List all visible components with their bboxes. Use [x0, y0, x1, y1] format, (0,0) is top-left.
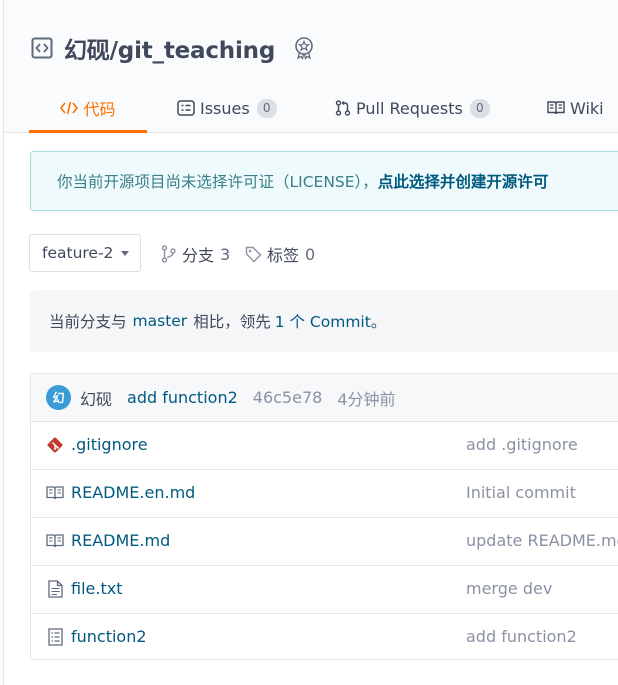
file-commit-message[interactable]: Initial commit: [466, 483, 576, 502]
compare-middle: 相比，领先: [193, 313, 271, 331]
compare-base-branch-link[interactable]: master: [133, 312, 188, 330]
table-row: function2 add function2: [31, 614, 618, 662]
tags-link[interactable]: 标签 0: [245, 242, 315, 266]
pull-requests-count-badge: 0: [469, 98, 490, 118]
file-list-icon: [45, 627, 65, 647]
branches-label: 分支: [182, 246, 215, 265]
file-name-link[interactable]: function2: [71, 627, 147, 646]
ahead-commits-link[interactable]: 1 个 Commit: [275, 310, 371, 332]
file-name-link[interactable]: README.en.md: [71, 483, 195, 502]
table-row: .gitignore add .gitignore: [31, 422, 618, 470]
compare-suffix: 。: [370, 313, 387, 331]
repo-name-link[interactable]: 幻砚/git_teaching: [64, 31, 275, 65]
tab-wiki[interactable]: Wiki: [547, 84, 604, 132]
tag-icon: [245, 246, 262, 263]
commit-time: 4分钟前: [337, 389, 396, 409]
commit-message-link[interactable]: add function2: [127, 388, 238, 407]
current-branch-label: feature-2: [42, 244, 114, 262]
tab-pull-requests[interactable]: Pull Requests 0: [335, 84, 490, 132]
branches-count: 3: [220, 244, 231, 264]
repo-header: 幻砚/git_teaching 代码 Issues 0 Pull Request…: [4, 0, 618, 133]
file-commit-message[interactable]: merge dev: [466, 579, 552, 598]
code-icon: [60, 100, 79, 116]
file-commit-message[interactable]: add function2: [466, 627, 577, 646]
caret-down-icon: [121, 250, 130, 256]
license-notice-text: 你当前开源项目尚未选择许可证（LICENSE），: [57, 173, 378, 191]
table-row: README.en.md Initial commit: [31, 470, 618, 518]
tab-issues[interactable]: Issues 0: [177, 84, 277, 132]
license-notice: 你当前开源项目尚未选择许可证（LICENSE）， 点此选择并创建开源许可: [30, 151, 618, 211]
book-icon: [45, 531, 65, 551]
book-icon: [45, 483, 65, 503]
file-name-link[interactable]: .gitignore: [71, 435, 148, 454]
repo-tabs: 代码 Issues 0 Pull Requests 0 Wiki: [4, 84, 618, 133]
issues-count-badge: 0: [256, 98, 277, 118]
file-commit-message[interactable]: update README.md: [466, 531, 618, 550]
repo-title: 幻砚/git_teaching: [30, 32, 317, 64]
create-license-link[interactable]: 点此选择并创建开源许可: [378, 170, 549, 192]
recommend-badge-icon[interactable]: [291, 35, 317, 61]
pull-request-icon: [335, 100, 351, 116]
branch-selector[interactable]: feature-2: [29, 234, 141, 272]
branches-link[interactable]: 分支 3: [161, 242, 230, 266]
table-row: file.txt merge dev: [31, 566, 618, 614]
commit-sha[interactable]: 46c5e78: [253, 388, 323, 407]
tab-code[interactable]: 代码: [29, 84, 147, 133]
code-repo-icon: [30, 36, 54, 60]
file-name-link[interactable]: README.md: [71, 531, 170, 550]
last-commit-row: 幻 幻砚 add function2 46c5e78 4分钟前: [31, 374, 618, 422]
avatar[interactable]: 幻: [46, 385, 71, 410]
table-row: README.md update README.md: [31, 518, 618, 566]
file-text-icon: [45, 579, 65, 599]
tab-label: Wiki: [570, 98, 604, 118]
tab-label: 代码: [83, 99, 116, 119]
git-icon: [45, 435, 65, 455]
commit-author[interactable]: 幻砚: [80, 386, 112, 410]
tags-label: 标签: [267, 246, 300, 265]
tags-count: 0: [305, 244, 316, 264]
file-name-link[interactable]: file.txt: [71, 579, 122, 598]
file-commit-message[interactable]: add .gitignore: [466, 435, 578, 454]
file-list: 幻 幻砚 add function2 46c5e78 4分钟前 .gitigno…: [30, 373, 618, 660]
tab-label: Pull Requests: [356, 98, 463, 118]
branch-icon: [161, 245, 177, 263]
compare-prefix: 当前分支与: [49, 313, 127, 331]
tab-label: Issues: [200, 98, 250, 118]
issues-icon: [177, 100, 195, 116]
branch-compare-banner: 当前分支与 master 相比，领先 1 个 Commit 。: [30, 290, 618, 352]
wiki-book-icon: [547, 100, 565, 116]
